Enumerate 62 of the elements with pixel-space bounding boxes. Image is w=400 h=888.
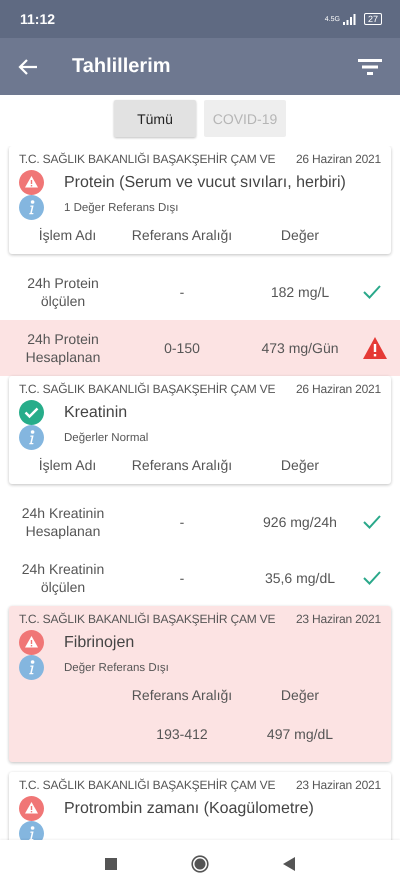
check-icon: [362, 570, 382, 586]
info-icon: [19, 425, 44, 450]
table-cell-text: 24h Protein Hesaplanan: [24, 330, 102, 366]
test-title: Protein (Serum ve vucut sıvıları, herbiri): [64, 174, 346, 192]
square-icon: [105, 858, 117, 870]
check-icon: [362, 514, 382, 530]
home-button[interactable]: [191, 855, 209, 873]
status-note: Değer Referans Dışı: [64, 662, 169, 674]
table-cell-text: -: [178, 512, 186, 532]
column-header: Referans Aralığı: [130, 457, 234, 473]
column-header: Referans Aralığı: [130, 227, 234, 243]
status-note: Değerler Normal: [64, 432, 148, 444]
column-header: İşlem Adı: [38, 227, 98, 243]
warning-icon: [362, 336, 388, 360]
table-cell-text: 926 mg/24h: [262, 512, 338, 532]
test-card[interactable]: T.C. SAĞLIK BAKANLIĞI BAŞAKŞEHİR ÇAM VE 26 Haziran 2021 Kreatinin Değerler Normal İşlem Adı Referans Aralığı Değer: [9, 376, 391, 484]
filter-tab[interactable]: Tümü: [114, 100, 196, 137]
home-icon: [191, 855, 209, 873]
column-header: Referans Aralığı: [130, 687, 234, 703]
table-cell-text: -: [178, 282, 186, 302]
battery-level: 27: [364, 13, 382, 25]
column-header: Değer: [280, 687, 320, 703]
test-date: 26 Haziran 2021: [296, 382, 381, 396]
table-cell-text: 182 mg/L: [270, 282, 330, 302]
institution-name: T.C. SAĞLIK BAKANLIĞI BAŞAKŞEHİR ÇAM VE: [19, 382, 276, 396]
column-header: Değer: [280, 227, 320, 243]
test-card[interactable]: T.C. SAĞLIK BAKANLIĞI BAŞAKŞEHİR ÇAM VE 23 Haziran 2021 Fibrinojen Değer Referans Dışı Referans Aralığı Değer 193-412 497 mg/dL: [9, 606, 391, 762]
back-arrow-icon: [18, 58, 38, 76]
table-cell-text: 24h Kreatinin Hesaplanan: [20, 504, 106, 540]
test-date: 23 Haziran 2021: [296, 778, 381, 792]
table-cell-text: 35,6 mg/dL: [264, 568, 336, 588]
test-title: Fibrinojen: [64, 634, 134, 652]
table-cell-text: 24h Kreatinin ölçülen: [20, 560, 106, 596]
check-icon: [362, 284, 382, 300]
institution-name: T.C. SAĞLIK BAKANLIĞI BAŞAKŞEHİR ÇAM VE: [19, 778, 276, 792]
triangle-back-icon: [283, 857, 295, 871]
filter-button[interactable]: [358, 58, 382, 74]
column-header: İşlem Adı: [38, 457, 98, 473]
test-card[interactable]: T.C. SAĞLIK BAKANLIĞI BAŞAKŞEHİR ÇAM VE 23 Haziran 2021 Protrombin zamanı (Koagülometre): [9, 772, 391, 840]
table-cell-text: 24h Protein ölçülen: [26, 274, 100, 310]
table-cell-text: -: [178, 568, 186, 588]
info-icon: [19, 195, 44, 220]
test-title: Protrombin zamanı (Koagülometre): [64, 800, 314, 818]
test-card[interactable]: T.C. SAĞLIK BAKANLIĞI BAŞAKŞEHİR ÇAM VE 26 Haziran 2021 Protein (Serum ve vucut sıvıları, herbiri) 1 Değer Referans Dışı İşlem Adı Referans Aralığı Değer: [9, 146, 391, 254]
test-date: 26 Haziran 2021: [296, 152, 381, 166]
screen-title: Tahlillerim: [72, 55, 172, 78]
table-cell-text: 473 mg/Gün: [260, 338, 340, 358]
table-cell-text: 193-412: [155, 726, 209, 742]
table-cell-text: 497 mg/dL: [266, 726, 334, 742]
info-icon: [19, 655, 44, 680]
institution-name: T.C. SAĞLIK BAKANLIĞI BAŞAKŞEHİR ÇAM VE: [19, 152, 276, 166]
test-date: 23 Haziran 2021: [296, 612, 381, 626]
table-cell-text: 0-150: [163, 338, 201, 358]
back-button[interactable]: [18, 58, 38, 76]
clock-time: 11:12: [20, 11, 56, 27]
status-note: 1 Değer Referans Dışı: [64, 202, 178, 214]
filter-icon: [358, 58, 382, 74]
test-title: Kreatinin: [64, 404, 128, 422]
institution-name: T.C. SAĞLIK BAKANLIĞI BAŞAKŞEHİR ÇAM VE: [19, 612, 276, 626]
column-header: Değer: [280, 457, 320, 473]
signal-icon: [342, 14, 357, 24]
back-nav-button[interactable]: [283, 857, 295, 871]
